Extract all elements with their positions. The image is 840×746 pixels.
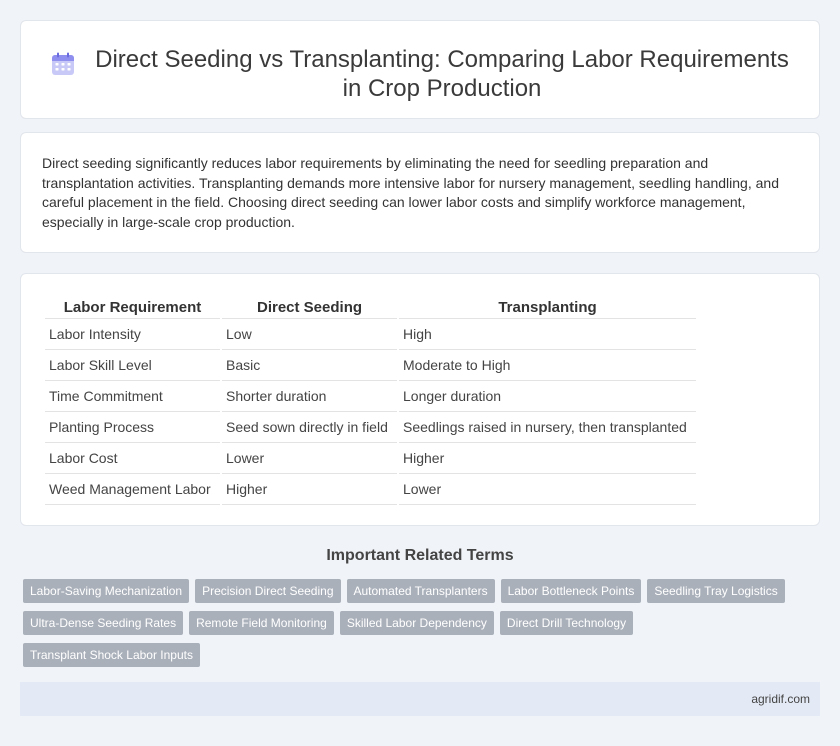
table-cell: Planting Process	[45, 412, 220, 443]
table-row: Labor Cost Lower Higher	[45, 443, 696, 474]
table-cell: Labor Intensity	[45, 319, 220, 350]
related-term-tag[interactable]: Automated Transplanters	[346, 579, 495, 603]
table-cell: Higher	[222, 474, 397, 505]
table-cell: Higher	[399, 443, 696, 474]
title-card: Direct Seeding vs Transplanting: Compari…	[20, 20, 820, 119]
related-term-tag[interactable]: Ultra-Dense Seeding Rates	[23, 611, 184, 635]
comparison-table: Labor Requirement Direct Seeding Transpl…	[43, 295, 698, 505]
column-header-direct-seeding: Direct Seeding	[222, 295, 397, 319]
table-row: Time Commitment Shorter duration Longer …	[45, 381, 696, 412]
related-term-tag[interactable]: Labor Bottleneck Points	[500, 579, 642, 603]
table-cell: Low	[222, 319, 397, 350]
table-cell: Labor Skill Level	[45, 350, 220, 381]
table-cell: Weed Management Labor	[45, 474, 220, 505]
page-title: Direct Seeding vs Transplanting: Compari…	[95, 46, 789, 102]
table-row: Weed Management Labor Higher Lower	[45, 474, 696, 505]
table-cell: Basic	[222, 350, 397, 381]
table-cell: Time Commitment	[45, 381, 220, 412]
footer-bar: agridif.com	[20, 682, 820, 716]
related-term-tag[interactable]: Labor-Saving Mechanization	[23, 579, 190, 603]
table-cell: High	[399, 319, 696, 350]
comparison-table-card: Labor Requirement Direct Seeding Transpl…	[20, 273, 820, 526]
table-header-row: Labor Requirement Direct Seeding Transpl…	[45, 295, 696, 319]
description-text: Direct seeding significantly reduces lab…	[42, 155, 779, 230]
table-cell: Lower	[399, 474, 696, 505]
table-row: Planting Process Seed sown directly in f…	[45, 412, 696, 443]
related-term-tag[interactable]: Remote Field Monitoring	[189, 611, 334, 635]
table-row: Labor Skill Level Basic Moderate to High	[45, 350, 696, 381]
column-header-labor-requirement: Labor Requirement	[45, 295, 220, 319]
related-terms-list: Labor-Saving Mechanization Precision Dire…	[23, 579, 813, 675]
related-term-tag[interactable]: Seedling Tray Logistics	[647, 579, 785, 603]
related-terms-heading: Important Related Terms	[326, 547, 514, 564]
related-term-tag[interactable]: Skilled Labor Dependency	[339, 611, 494, 635]
related-term-tag[interactable]: Precision Direct Seeding	[195, 579, 341, 603]
table-cell: Lower	[222, 443, 397, 474]
description-card: Direct seeding significantly reduces lab…	[20, 132, 820, 253]
table-cell: Shorter duration	[222, 381, 397, 412]
table-cell: Seed sown directly in field	[222, 412, 397, 443]
related-term-tag[interactable]: Direct Drill Technology	[499, 611, 634, 635]
table-cell: Longer duration	[399, 381, 696, 412]
related-term-tag[interactable]: Transplant Shock Labor Inputs	[23, 643, 200, 667]
column-header-transplanting: Transplanting	[399, 295, 696, 319]
table-cell: Seedlings raised in nursery, then transp…	[399, 412, 696, 443]
table-cell: Moderate to High	[399, 350, 696, 381]
calendar-icon	[52, 52, 74, 75]
table-cell: Labor Cost	[45, 443, 220, 474]
footer-site-link[interactable]: agridif.com	[751, 692, 810, 706]
table-row: Labor Intensity Low High	[45, 319, 696, 350]
